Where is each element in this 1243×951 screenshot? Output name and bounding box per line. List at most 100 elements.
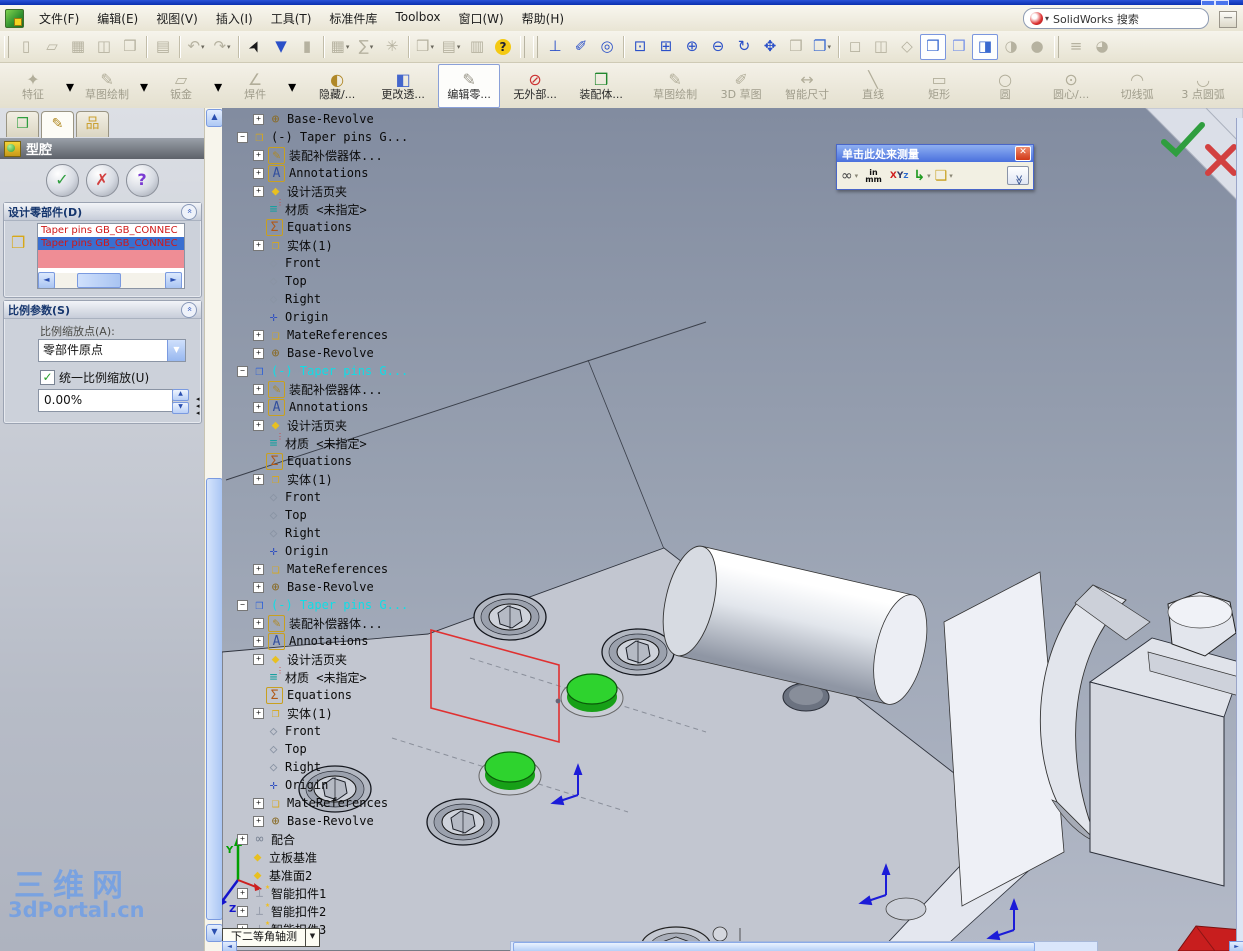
- tail-2-button[interactable]: ◕: [1089, 34, 1115, 60]
- expand-icon[interactable]: +: [253, 581, 264, 593]
- search-input[interactable]: SolidWorks 搜索: [1053, 11, 1139, 27]
- sketch-fillet-button[interactable]: ◝绘制圆角: [1238, 64, 1243, 108]
- scroll-thumb[interactable]: [77, 273, 121, 288]
- assembly-features-button[interactable]: ❒ 装配体...: [570, 64, 632, 108]
- sketch-mode-button[interactable]: ✎ 草图绘制: [76, 64, 138, 108]
- hidden-lines-removed-button[interactable]: ◇: [894, 34, 920, 60]
- tree-item[interactable]: Σ Equations: [233, 218, 443, 236]
- tree-item[interactable]: ◇ Front: [233, 722, 443, 740]
- scroll-down-icon[interactable]: ▼: [206, 924, 223, 942]
- realview-button[interactable]: ●: [1024, 34, 1050, 60]
- expand-icon[interactable]: +: [253, 185, 264, 197]
- tail-1-button[interactable]: ≡: [1063, 34, 1089, 60]
- expand-icon[interactable]: +: [237, 887, 248, 899]
- chevron-down-icon[interactable]: ▾: [227, 43, 231, 51]
- scale-point-combobox[interactable]: 零部件原点 ▼: [38, 339, 186, 362]
- hidden-lines-visible-button[interactable]: ◫: [868, 34, 894, 60]
- viewport-hscrollbar[interactable]: [510, 941, 1098, 951]
- menu-Toolbox[interactable]: Toolbox: [386, 7, 449, 30]
- xyz-icon[interactable]: XYZ: [890, 171, 909, 181]
- publish-button[interactable]: ❒: [117, 34, 143, 60]
- expand-icon[interactable]: +: [253, 797, 264, 809]
- shaded-with-edges-button[interactable]: ❒: [920, 33, 946, 60]
- tree-item[interactable]: − ❒ (-) Taper pins G...: [233, 596, 443, 614]
- centerpoint-arc-button[interactable]: ⊙ 圆心/...: [1040, 64, 1102, 108]
- tree-item[interactable]: ◇ Right: [233, 290, 443, 308]
- hide-show-button[interactable]: ◐ 隐藏/...: [306, 64, 368, 108]
- select-button[interactable]: ➤: [242, 34, 268, 60]
- scroll-left-icon[interactable]: ◄: [222, 941, 237, 951]
- chevron-down-icon[interactable]: ▾: [140, 77, 148, 96]
- print-button[interactable]: ▤: [150, 34, 176, 60]
- cancel-button[interactable]: ✗: [85, 164, 119, 197]
- expand-icon[interactable]: +: [253, 707, 264, 719]
- panel-scrollbar[interactable]: ▲ ▼: [204, 108, 223, 951]
- combo-value[interactable]: 零部件原点: [39, 340, 167, 361]
- expand-icon[interactable]: +: [253, 347, 264, 359]
- collapse-icon[interactable]: −: [237, 599, 248, 611]
- scroll-up-icon[interactable]: ▲: [206, 109, 223, 127]
- chevron-down-icon[interactable]: ▾: [1045, 14, 1049, 23]
- expand-icon[interactable]: +: [237, 833, 248, 845]
- wireframe-button[interactable]: ◻: [842, 34, 868, 60]
- exploded-view-button[interactable]: ✳: [379, 34, 405, 60]
- chevron-down-icon[interactable]: ▾: [346, 43, 350, 51]
- properties-button[interactable]: ◫: [91, 34, 117, 60]
- line-button[interactable]: ╲ 直线: [842, 64, 904, 108]
- expand-icon[interactable]: +: [253, 167, 264, 179]
- collapse-icon[interactable]: −: [237, 131, 248, 143]
- expand-icon[interactable]: +: [253, 617, 264, 629]
- menu-文件(F)[interactable]: 文件(F): [30, 7, 88, 30]
- expand-icon[interactable]: +: [253, 239, 264, 251]
- tree-item[interactable]: + ∞ 配合: [233, 830, 443, 848]
- tree-item[interactable]: + A Annotations: [233, 398, 443, 416]
- change-transparency-button[interactable]: ◧ 更改透...: [372, 64, 434, 108]
- tree-item[interactable]: + ❑ MateReferences: [233, 326, 443, 344]
- expand-icon[interactable]: +: [253, 635, 264, 647]
- expand-icon[interactable]: +: [237, 905, 248, 917]
- expand-icon[interactable]: +: [253, 563, 264, 575]
- component-list-item[interactable]: Taper pins GB_GB_CONNEC: [38, 237, 184, 250]
- calipers-icon[interactable]: ∞ ▾: [841, 168, 860, 184]
- chevron-down-icon[interactable]: ▾: [457, 43, 461, 51]
- save-button[interactable]: ▦: [65, 34, 91, 60]
- tree-item[interactable]: + ❐ 实体(1): [233, 470, 443, 488]
- expand-icon[interactable]: +: [253, 815, 264, 827]
- standard-views-button[interactable]: ❐ ▾: [809, 34, 835, 60]
- shadows-button[interactable]: ◑: [998, 34, 1024, 60]
- menu-标准件库[interactable]: 标准件库: [320, 7, 386, 30]
- expand-icon[interactable]: +: [253, 329, 264, 341]
- rotate-view-button[interactable]: ↻: [731, 34, 757, 60]
- zoom-out-button[interactable]: ⊖: [705, 34, 731, 60]
- tree-item[interactable]: Σ Equations: [233, 452, 443, 470]
- axes-icon[interactable]: ↳ ▾: [913, 168, 932, 184]
- ok-button[interactable]: ✓: [45, 164, 79, 197]
- tree-item[interactable]: ◇ Right: [233, 758, 443, 776]
- chevron-down-icon[interactable]: ▾: [66, 77, 74, 96]
- expand-chevron-icon[interactable]: ≫: [1007, 166, 1029, 185]
- tree-item[interactable]: + ⊕ Base-Revolve: [233, 344, 443, 362]
- components-listbox[interactable]: Taper pins GB_GB_CONNEC Taper pins GB_GB_…: [37, 223, 185, 289]
- view-3d-button[interactable]: ❒ ▾: [412, 34, 438, 60]
- search-box[interactable]: ▾ SolidWorks 搜索: [1023, 8, 1209, 29]
- panel-scroll-thumb[interactable]: [206, 478, 223, 920]
- chevron-down-icon[interactable]: ▾: [430, 43, 434, 51]
- expand-icon[interactable]: +: [253, 149, 264, 161]
- chevron-down-icon[interactable]: ▾: [370, 43, 374, 51]
- tree-item[interactable]: + ◆ 设计活页夹: [233, 650, 443, 668]
- tree-item[interactable]: + ❐ 实体(1): [233, 704, 443, 722]
- document-minimize-button[interactable]: —: [1219, 11, 1237, 28]
- expand-icon[interactable]: +: [253, 419, 264, 431]
- scroll-thumb[interactable]: [513, 942, 1035, 951]
- chevron-down-icon[interactable]: ▾: [827, 43, 831, 51]
- sketch-plane-icon[interactable]: ❏ ▾: [935, 168, 955, 184]
- tangent-arc-button[interactable]: ◠ 切线弧: [1106, 64, 1168, 108]
- sketch-button[interactable]: ✎ 草图绘制: [644, 64, 706, 108]
- scroll-left-icon[interactable]: ◄: [38, 272, 55, 288]
- pan-button[interactable]: ✥: [757, 34, 783, 60]
- undo-button[interactable]: ↶ ▾: [183, 34, 209, 60]
- tree-item[interactable]: − ❒ (-) Taper pins G...: [233, 362, 443, 380]
- edit-part-button[interactable]: ✎ 编辑零...: [438, 64, 501, 108]
- toolbar-grip[interactable]: [520, 35, 525, 58]
- tree-item[interactable]: ◆ 立板基准: [233, 848, 443, 866]
